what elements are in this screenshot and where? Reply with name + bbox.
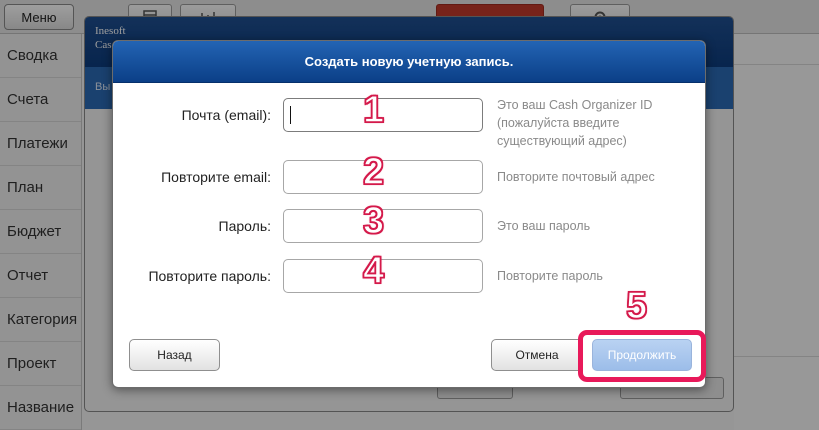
repeat-password-label: Повторите пароль:: [148, 268, 271, 284]
step-number-5: 5: [625, 285, 648, 327]
text-caret: [290, 106, 291, 124]
step-number-2: 2: [362, 151, 385, 193]
email-hint: Это ваш Cash Organizer ID (пожалуйста вв…: [497, 98, 653, 148]
password-hint: Это ваш пароль: [497, 219, 591, 233]
repeat-email-label: Повторите email:: [161, 169, 271, 185]
back-button[interactable]: Назад: [129, 339, 220, 371]
repeat-email-hint: Повторите почтовый адрес: [497, 170, 655, 184]
step-number-3: 3: [362, 200, 385, 242]
step-number-1: 1: [362, 89, 385, 131]
step-number-4: 4: [362, 250, 385, 292]
continue-highlight-ring: [578, 330, 706, 382]
cancel-button[interactable]: Отмена: [491, 339, 583, 371]
repeat-password-hint: Повторите пароль: [497, 269, 603, 283]
dialog-header: Создать новую учетную запись.: [113, 41, 705, 83]
dialog-title: Создать новую учетную запись.: [304, 54, 514, 69]
email-label: Почта (email):: [181, 107, 271, 123]
password-label: Пароль:: [218, 218, 271, 234]
